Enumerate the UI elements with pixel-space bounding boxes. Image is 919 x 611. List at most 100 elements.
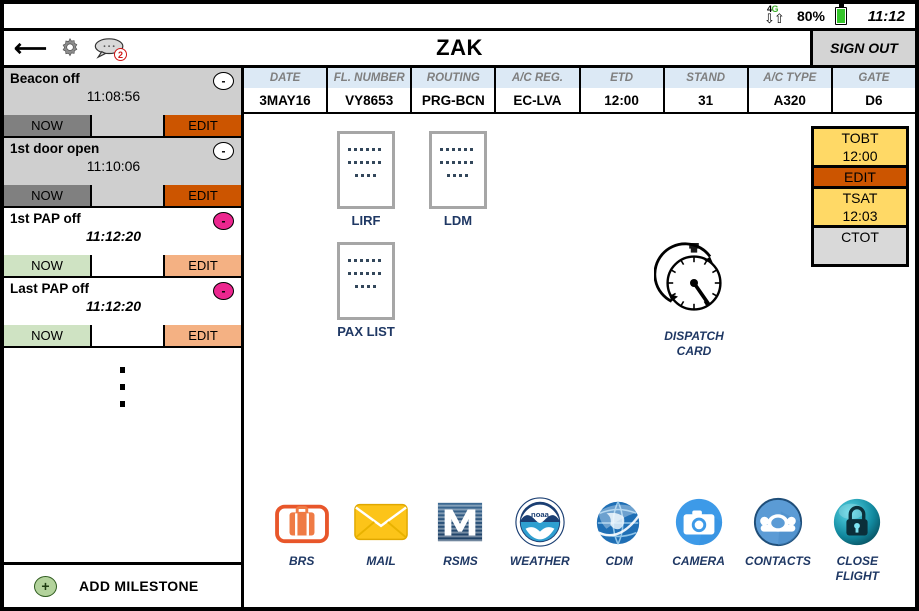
battery-percent-label: 80% — [796, 8, 825, 24]
column-value: VY8653 — [328, 88, 411, 112]
dispatch-card-button[interactable]: DISPATCH CARD — [634, 239, 754, 359]
dispatch-card-label: DISPATCH CARD — [664, 329, 724, 358]
times-panel: TOBT 12:00 EDIT TSAT 12:03 CTOT — [811, 126, 909, 267]
toolbar-item-rsms[interactable]: RSMS — [421, 493, 500, 569]
main-content: DATE 3MAY16 FL. NUMBER VY8653 ROUTING PR… — [244, 68, 915, 607]
battery-icon — [835, 4, 847, 25]
toolbar-item-brs[interactable]: BRS — [262, 493, 341, 569]
ctot-value — [814, 246, 906, 264]
document-icon — [429, 131, 487, 209]
milestone-remove-badge[interactable]: - — [213, 142, 234, 160]
document-label: PAX LIST — [337, 324, 395, 339]
milestone-edit-button[interactable]: EDIT — [163, 185, 241, 206]
status-bar: 4G ⇩⇧ 80% 11:12 — [4, 4, 915, 31]
document-ldm[interactable]: LDM — [427, 131, 489, 228]
toolbar-label: RSMS — [443, 554, 478, 568]
back-arrow-icon[interactable]: ⟵ — [14, 36, 47, 60]
toolbar-label: BRS — [289, 554, 315, 568]
milestone-row[interactable]: 1st door open 11:10:06 - NOW EDIT — [4, 138, 241, 208]
column-header: A/C REG. — [511, 72, 563, 84]
sign-out-button[interactable]: SIGN OUT — [810, 31, 915, 65]
milestone-row[interactable]: Beacon off 11:08:56 - NOW EDIT — [4, 68, 241, 138]
milestone-now-button[interactable]: NOW — [4, 115, 92, 136]
add-milestone-label: ADD MILESTONE — [79, 578, 199, 594]
app-header: ⟵ 2 ZAK SIGN OUT — [4, 31, 915, 68]
milestone-row[interactable]: Last PAP off 11:12:20 - NOW EDIT — [4, 278, 241, 348]
milestone-row[interactable]: 1st PAP off 11:12:20 - NOW EDIT — [4, 208, 241, 278]
add-milestone-button[interactable]: + ADD MILESTONE — [4, 562, 241, 607]
document-lirf[interactable]: LIRF — [335, 131, 397, 228]
milestone-actions: NOW EDIT — [4, 325, 241, 346]
tobt-edit-button[interactable]: EDIT — [814, 168, 906, 189]
camera-icon — [675, 498, 722, 546]
toolbar-label: CONTACTS — [745, 554, 811, 568]
chat-bubble-icon[interactable]: 2 — [93, 37, 127, 61]
milestone-now-button[interactable]: NOW — [4, 255, 92, 276]
milestone-info: 1st door open 11:10:06 - — [4, 138, 241, 185]
svg-text:noaa: noaa — [531, 510, 550, 519]
column-header: A/C TYPE — [763, 72, 817, 84]
noaa-logo-icon: noaa — [515, 497, 565, 547]
document-canvas: LIRF LDM PAX LIST DISPATCH CARD TOBT 12:… — [244, 114, 915, 487]
document-icon — [337, 131, 395, 209]
suitcase-icon — [274, 504, 329, 544]
column-value: 12:00 — [580, 88, 663, 112]
page-title: ZAK — [436, 35, 483, 60]
toolbar-item-weather[interactable]: noaa WEATHER — [500, 493, 579, 569]
document-label: LIRF — [351, 213, 381, 228]
milestone-time: 11:12:20 — [85, 298, 141, 314]
tobt-value: 12:00 — [814, 147, 906, 168]
m-logo-icon — [438, 502, 483, 542]
milestone-panel: Beacon off 11:08:56 - NOW EDIT 1st door … — [4, 68, 244, 607]
milestone-now-button[interactable]: NOW — [4, 185, 92, 206]
gear-icon[interactable] — [59, 37, 81, 59]
flight-info-table: DATE 3MAY16 FL. NUMBER VY8653 ROUTING PR… — [244, 68, 915, 114]
flight-col-gate: GATE D6 — [832, 68, 915, 112]
column-header: FL. NUMBER — [333, 72, 405, 84]
toolbar-item-camera[interactable]: CAMERA — [659, 493, 738, 569]
milestone-edit-button[interactable]: EDIT — [163, 115, 241, 136]
app-window: 4G ⇩⇧ 80% 11:12 ⟵ 2 ZAK SIGN OUT Beacon … — [0, 0, 919, 611]
signal-4g-icon: 4G ⇩⇧ — [763, 4, 785, 26]
document-label: LDM — [443, 213, 473, 228]
toolbar-item-close-flight[interactable]: CLOSE FLIGHT — [818, 493, 897, 584]
toolbar-label: CAMERA — [672, 554, 725, 568]
column-header: ETD — [610, 72, 634, 84]
milestone-name: Beacon off — [10, 71, 80, 86]
toolbar-label: MAIL — [366, 554, 396, 568]
flight-col-routing: ROUTING PRG-BCN — [412, 68, 497, 112]
column-header: DATE — [269, 72, 301, 84]
milestone-more-indicator — [4, 348, 241, 426]
milestone-time: 11:08:56 — [86, 88, 141, 104]
chat-unread-badge: 2 — [113, 48, 127, 61]
plus-circle-icon: + — [34, 575, 57, 597]
toolbar-item-mail[interactable]: MAIL — [341, 493, 420, 569]
milestone-now-button[interactable]: NOW — [4, 325, 92, 346]
stopwatch-icon — [653, 242, 722, 311]
document-icon — [337, 242, 395, 320]
column-value: A320 — [748, 88, 831, 112]
toolbar-item-contacts[interactable]: CONTACTS — [738, 493, 817, 569]
milestone-name: 1st PAP off — [10, 211, 81, 226]
milestone-time: 11:10:06 — [86, 158, 141, 174]
milestone-remove-badge[interactable]: - — [213, 212, 234, 230]
envelope-icon — [354, 503, 408, 541]
toolbar-item-cdm[interactable]: CDM — [580, 493, 659, 569]
milestone-remove-badge[interactable]: - — [213, 282, 234, 300]
document-pax-list[interactable]: PAX LIST — [335, 242, 397, 339]
milestone-button-spacer — [92, 325, 163, 346]
flight-col-stand: STAND 31 — [664, 68, 749, 112]
milestone-info: Beacon off 11:08:56 - — [4, 68, 241, 115]
column-value: PRG-BCN — [412, 88, 495, 112]
milestone-edit-button[interactable]: EDIT — [163, 325, 241, 346]
milestone-name: 1st door open — [10, 141, 100, 156]
toolbar-label: WEATHER — [509, 554, 570, 568]
milestone-button-spacer — [92, 255, 163, 276]
ctot-label: CTOT — [814, 228, 906, 246]
toolbar-label: CDM — [605, 554, 633, 568]
milestone-edit-button[interactable]: EDIT — [163, 255, 241, 276]
milestone-remove-badge[interactable]: - — [213, 72, 234, 90]
tsat-value: 12:03 — [814, 207, 906, 228]
milestone-button-spacer — [92, 115, 163, 136]
flight-col-etd: ETD 12:00 — [580, 68, 665, 112]
